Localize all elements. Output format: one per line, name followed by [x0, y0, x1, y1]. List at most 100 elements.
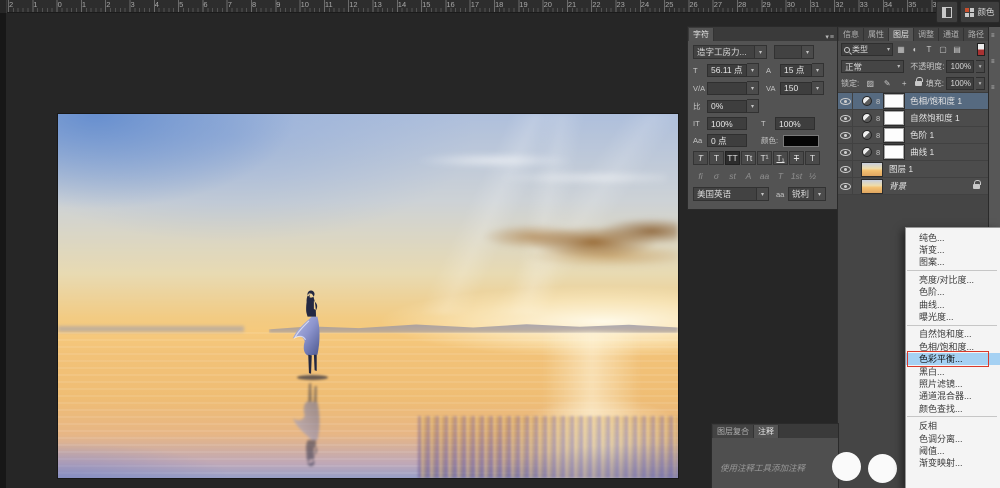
layer-thumbnail[interactable] [861, 179, 883, 194]
tracking-dropdown-button[interactable] [812, 81, 824, 95]
type-style-button[interactable]: T¹ [757, 151, 772, 165]
tracking-field[interactable]: 150 [780, 82, 812, 95]
font-family-dropdown-button[interactable] [755, 45, 767, 59]
menu-item[interactable]: 色彩平衡... [906, 353, 1000, 365]
panel-tab[interactable]: 图层 [889, 28, 914, 41]
opentype-button[interactable]: fi [693, 169, 708, 183]
menu-item[interactable]: 曝光度... [906, 310, 1000, 322]
filter-type-text-icon[interactable]: T [923, 45, 935, 54]
horizontal-ruler[interactable]: 2101234567891011121314151617181920212223… [0, 0, 936, 13]
layer-thumbnail[interactable] [861, 162, 883, 177]
antialias-select[interactable]: 锐利 [788, 187, 814, 201]
type-style-button[interactable]: T [805, 151, 820, 165]
menu-item[interactable]: 阈值... [906, 444, 1000, 456]
menu-item[interactable]: 照片滤镜... [906, 377, 1000, 389]
layer-row[interactable]: 曲线 1 [838, 144, 988, 161]
menu-item[interactable]: 亮度/对比度... [906, 273, 1000, 285]
document-canvas[interactable] [58, 114, 678, 478]
menu-item[interactable]: 色阶... [906, 286, 1000, 298]
menu-item[interactable]: 图案... [906, 256, 1000, 268]
lock-pixels-icon[interactable]: ✎ [881, 79, 893, 88]
menu-item[interactable]: 反相 [906, 419, 1000, 431]
fill-field[interactable]: 100% [946, 77, 974, 90]
arrange-panels-button[interactable] [936, 1, 958, 23]
panel-tab[interactable]: 通道 [939, 28, 964, 41]
menu-item[interactable]: 色调分离... [906, 432, 1000, 444]
menu-item[interactable]: 通道混合器... [906, 390, 1000, 402]
menu-item[interactable]: 渐变... [906, 243, 1000, 255]
layer-row[interactable]: 图层 1 [838, 161, 988, 178]
filter-shape-icon[interactable]: ▢ [937, 45, 949, 54]
layer-row[interactable]: 背景 [838, 178, 988, 195]
kerning-dropdown-button[interactable] [747, 81, 759, 95]
language-select[interactable]: 美国英语 [693, 187, 757, 201]
filter-smart-object-icon[interactable]: ▤ [951, 45, 963, 54]
filter-adjustment-icon[interactable]: ◐ [909, 45, 921, 54]
panel-tab[interactable]: 调整 [914, 28, 939, 41]
fill-dropdown-button[interactable] [976, 77, 985, 90]
layer-row[interactable]: 色阶 1 [838, 127, 988, 144]
leading-dropdown-button[interactable] [812, 63, 824, 77]
lock-transparency-icon[interactable]: ▨ [864, 79, 876, 88]
layer-mask-thumbnail[interactable] [884, 145, 904, 159]
visibility-toggle[interactable] [838, 161, 853, 177]
proportional-spacing-dropdown-button[interactable] [747, 99, 759, 113]
type-style-button[interactable]: T₁ [773, 151, 788, 165]
opentype-button[interactable]: A [741, 169, 756, 183]
language-dropdown-button[interactable] [757, 187, 769, 201]
layer-mask-thumbnail[interactable] [884, 128, 904, 142]
font-size-dropdown-button[interactable] [747, 63, 759, 77]
panel-menu-icon[interactable]: ▾≡ [822, 33, 838, 41]
font-style-select[interactable] [774, 45, 802, 59]
font-family-select[interactable]: 造字工房力... [693, 45, 755, 59]
opentype-button[interactable]: 1st [789, 169, 804, 183]
opacity-field[interactable]: 100% [946, 60, 974, 73]
leading-field[interactable]: 15 点 [780, 64, 812, 77]
font-size-field[interactable]: 56.11 点 [707, 64, 747, 77]
visibility-toggle[interactable] [838, 110, 853, 126]
vertical-scale-field[interactable]: 100% [707, 117, 747, 130]
layer-mask-thumbnail[interactable] [884, 94, 904, 108]
layer-row[interactable]: 自然饱和度 1 [838, 110, 988, 127]
type-style-button[interactable]: Tt [741, 151, 756, 165]
type-style-button[interactable]: T [789, 151, 804, 165]
panel-tab[interactable]: 信息 [839, 28, 864, 41]
color-workspace-button[interactable]: 颜色 [960, 1, 1000, 23]
type-style-button[interactable]: TT [725, 151, 740, 165]
menu-item[interactable]: 纯色... [906, 231, 1000, 243]
filter-pixel-icon[interactable]: ▦ [895, 45, 907, 54]
opentype-button[interactable]: σ [709, 169, 724, 183]
menu-item[interactable]: 黑白... [906, 365, 1000, 377]
baseline-shift-field[interactable]: 0 点 [707, 134, 747, 147]
visibility-toggle[interactable] [838, 144, 853, 160]
opacity-dropdown-button[interactable] [976, 60, 985, 73]
filter-toggle-switch[interactable] [977, 43, 985, 56]
menu-item[interactable]: 曲线... [906, 298, 1000, 310]
menu-item[interactable]: 颜色查找... [906, 402, 1000, 414]
layer-row[interactable]: 色相/饱和度 1 [838, 93, 988, 110]
panel-tab[interactable]: 图层复合 [713, 425, 754, 438]
opentype-button[interactable]: T [773, 169, 788, 183]
layer-mask-thumbnail[interactable] [884, 111, 904, 125]
panel-tab[interactable]: 属性 [864, 28, 889, 41]
proportional-spacing-field[interactable]: 0% [707, 100, 747, 113]
kerning-field[interactable] [707, 82, 747, 95]
text-color-swatch[interactable] [783, 135, 819, 147]
opentype-button[interactable]: aa [757, 169, 772, 183]
antialias-dropdown-button[interactable] [814, 187, 826, 201]
opentype-button[interactable]: st [725, 169, 740, 183]
horizontal-scale-field[interactable]: 100% [775, 117, 815, 130]
type-style-button[interactable]: T [709, 151, 724, 165]
lock-position-icon[interactable]: + [898, 79, 910, 88]
lock-all-icon[interactable] [915, 81, 922, 86]
panel-tab[interactable]: 路径 [964, 28, 988, 41]
tab-character[interactable]: 字符 [689, 28, 714, 41]
visibility-toggle[interactable] [838, 127, 853, 143]
panel-tab[interactable]: 注释 [754, 425, 779, 438]
visibility-toggle[interactable] [838, 178, 853, 194]
opentype-button[interactable]: ½ [805, 169, 820, 183]
visibility-toggle[interactable] [838, 93, 853, 109]
type-style-button[interactable]: T [693, 151, 708, 165]
font-style-dropdown-button[interactable] [802, 45, 814, 59]
blend-mode-select[interactable]: 正常 ▾ [841, 60, 904, 73]
